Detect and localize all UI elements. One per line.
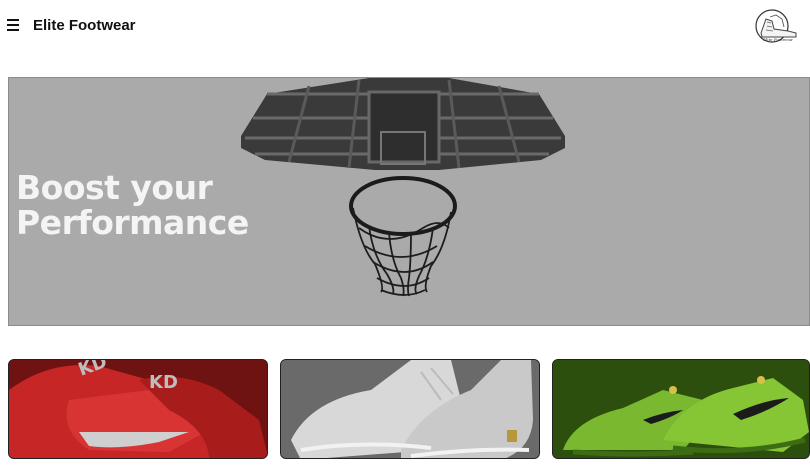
product-card-green-shoe[interactable] (552, 359, 810, 459)
svg-text:KD: KD (149, 372, 178, 393)
hamburger-menu-icon[interactable] (7, 16, 21, 34)
red-basketball-shoe-photo: KD KD (9, 360, 267, 458)
product-card-red-shoe[interactable]: KD KD (8, 359, 268, 459)
brand-name[interactable]: Elite Footwear (33, 17, 136, 34)
brand-logo[interactable]: Elite Footwear (752, 9, 804, 45)
logo-caption: Elite Footwear (763, 37, 793, 42)
hero-banner[interactable]: Boost your Performance (8, 77, 810, 326)
product-card-white-shoe[interactable] (280, 359, 540, 459)
hero-title-line-1: Boost your (16, 168, 213, 207)
hero-title-line-2: Performance (16, 203, 249, 242)
white-basketball-shoe-photo (281, 360, 539, 458)
site-header: Elite Footwear Elite Footwear (0, 0, 810, 54)
hero-title: Boost your Performance (16, 170, 249, 240)
green-basketball-shoe-photo (553, 360, 809, 458)
